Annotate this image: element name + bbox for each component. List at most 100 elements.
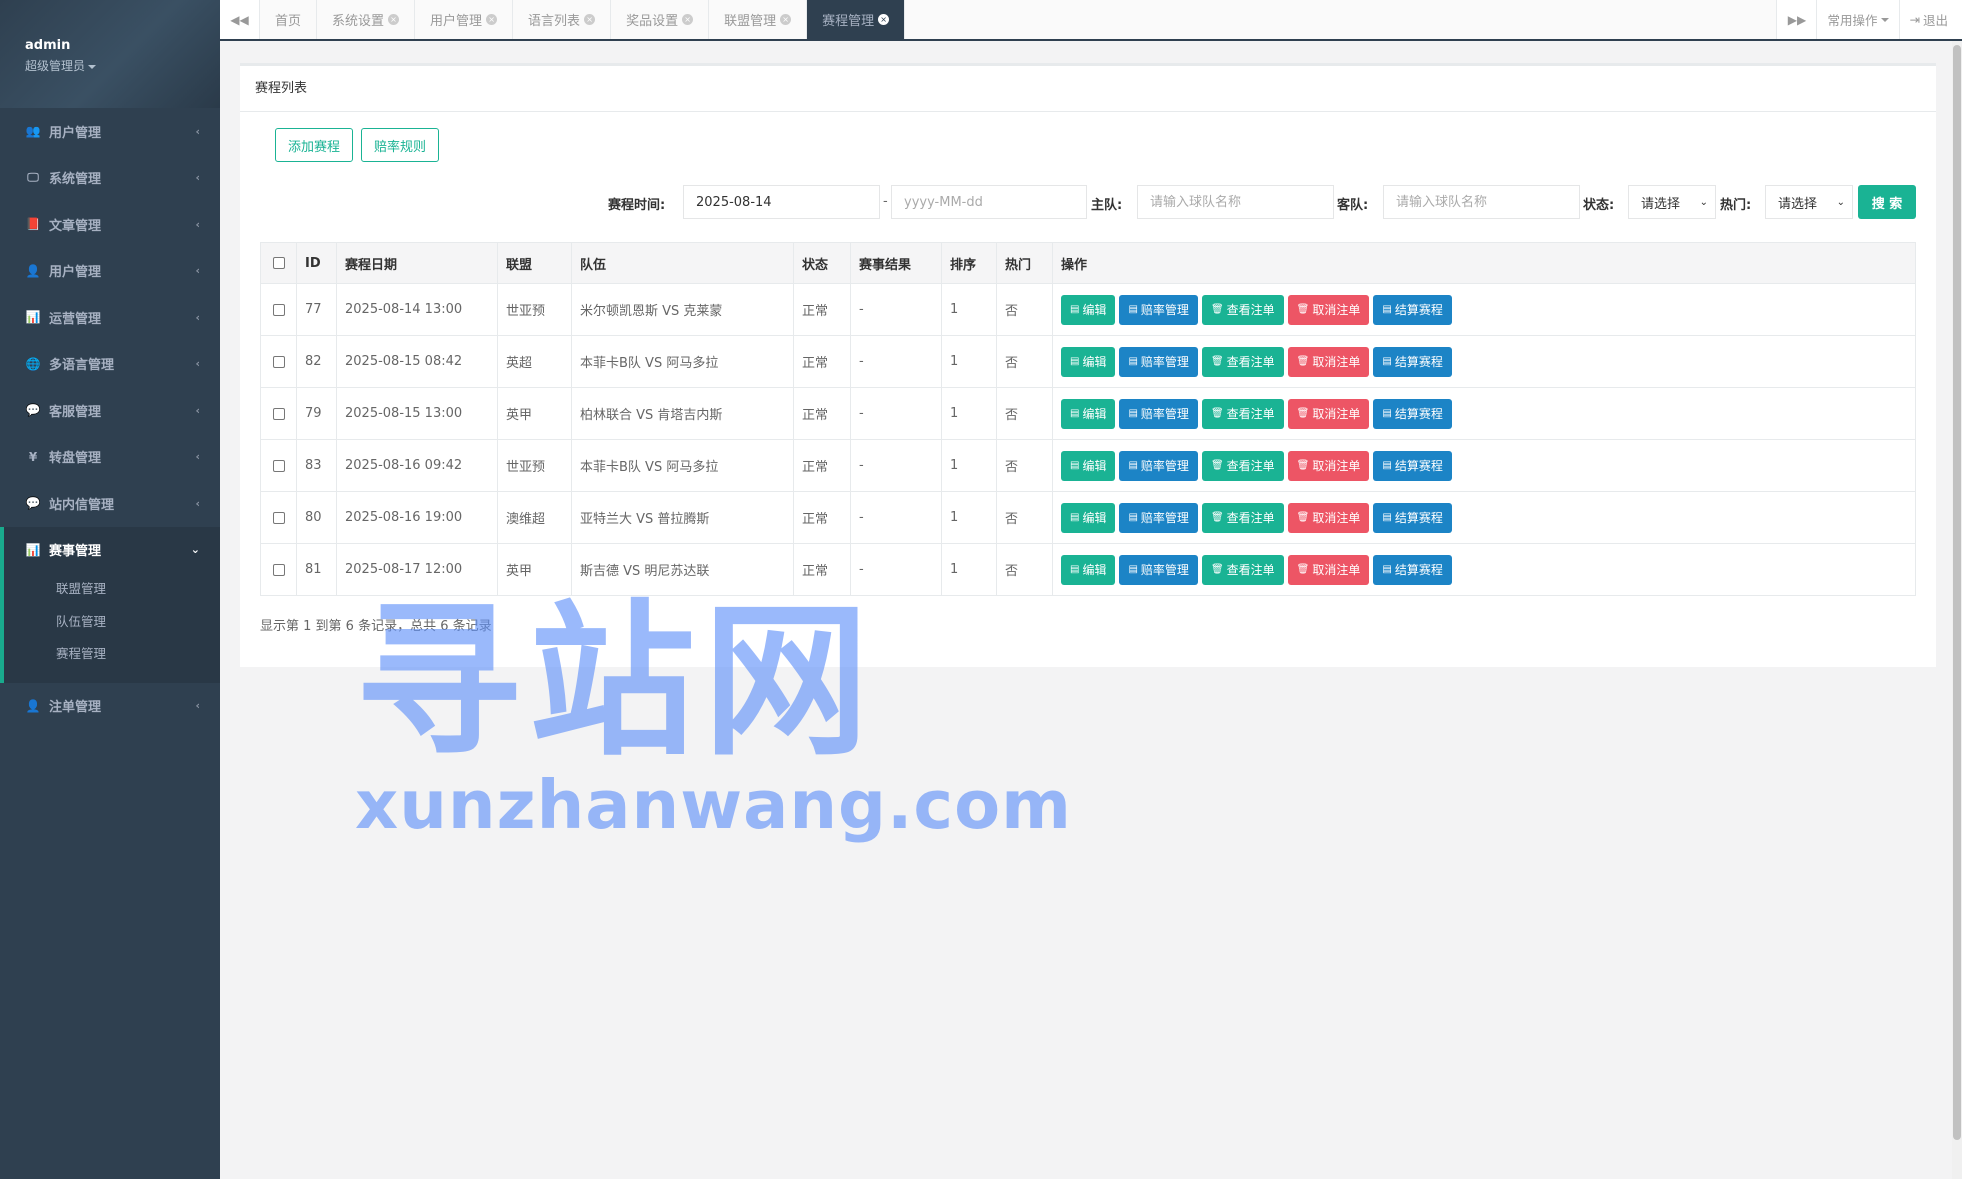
sidebar-subitem[interactable]: 赛程管理: [4, 638, 220, 671]
cell-hot: 否: [996, 283, 1053, 336]
chevron-down-icon: ⌄: [1836, 197, 1845, 208]
page-tab[interactable]: 赛程管理 ×: [807, 0, 906, 39]
common-ops-dropdown[interactable]: 常用操作: [1816, 0, 1899, 39]
row-actions: ▤ 编辑 ▤ 赔率管理 🗑 查看注单 🗑 取消注单 ▤ 结算赛程: [1061, 294, 1907, 325]
tab-label: 首页: [275, 14, 302, 29]
away-team-input[interactable]: [1383, 185, 1580, 219]
tabs-scroll-left-button[interactable]: ◀◀: [220, 0, 260, 39]
tab-bar-right: ▶▶ 常用操作 ⇥ 退出: [1776, 0, 1962, 39]
row-checkbox[interactable]: [272, 355, 285, 368]
date-from-input[interactable]: [683, 185, 880, 219]
row-action-button[interactable]: 🗑 取消注单: [1287, 398, 1370, 429]
cell-teams: 柏林联合 VS 肯塔吉内斯: [571, 387, 794, 440]
home-team-input[interactable]: [1137, 185, 1334, 219]
row-action-button[interactable]: ▤ 赔率管理: [1119, 502, 1198, 533]
close-tab-icon[interactable]: ×: [780, 14, 792, 25]
sidebar-subitem[interactable]: 队伍管理: [4, 606, 220, 639]
sidebar-item[interactable]: 💬 客服管理 ‹: [0, 387, 220, 434]
row-action-button[interactable]: ▤ 结算赛程: [1373, 346, 1452, 377]
sidebar-item[interactable]: 👤 注单管理 ‹: [0, 683, 220, 730]
row-action-button[interactable]: ▤ 赔率管理: [1119, 554, 1198, 585]
row-action-button[interactable]: 🗑 查看注单: [1201, 346, 1284, 377]
row-action-button[interactable]: ▤ 编辑: [1061, 398, 1116, 429]
row-action-button[interactable]: ▤ 结算赛程: [1373, 450, 1452, 481]
sidebar-item[interactable]: 💬 站内信管理 ‹: [0, 480, 220, 527]
row-action-button[interactable]: 🗑 查看注单: [1201, 450, 1284, 481]
close-tab-icon[interactable]: ×: [486, 14, 498, 25]
sidebar-item[interactable]: 🌐 多语言管理 ‹: [0, 341, 220, 388]
row-action-button[interactable]: ▤ 赔率管理: [1119, 346, 1198, 377]
odds-rule-button[interactable]: 赔率规则: [361, 128, 440, 162]
sidebar-item[interactable]: 📊 赛事管理 ⌄: [4, 527, 220, 574]
page-tab[interactable]: 首页: [260, 0, 318, 39]
tabs-scroll-right-button[interactable]: ▶▶: [1776, 0, 1817, 39]
row-action-button[interactable]: 🗑 取消注单: [1287, 502, 1370, 533]
close-tab-icon[interactable]: ×: [584, 14, 596, 25]
row-action-button[interactable]: 🗑 查看注单: [1201, 398, 1284, 429]
row-action-button[interactable]: ▤ 结算赛程: [1373, 398, 1452, 429]
row-action-button[interactable]: ▤ 赔率管理: [1119, 294, 1198, 325]
action-label: 查看注单: [1226, 459, 1275, 473]
row-checkbox[interactable]: [272, 303, 285, 316]
row-checkbox[interactable]: [272, 563, 285, 576]
page-tab[interactable]: 奖品设置 ×: [611, 0, 710, 39]
sidebar-subitem[interactable]: 联盟管理: [4, 573, 220, 606]
page-tab[interactable]: 用户管理 ×: [415, 0, 514, 39]
cell-status: 正常: [793, 283, 851, 336]
action-label: 赔率管理: [1140, 511, 1189, 525]
row-checkbox[interactable]: [272, 511, 285, 524]
row-action-button[interactable]: ▤ 编辑: [1061, 502, 1116, 533]
row-action-button[interactable]: ▤ 编辑: [1061, 554, 1116, 585]
row-action-button[interactable]: 🗑 查看注单: [1201, 294, 1284, 325]
row-checkbox[interactable]: [272, 459, 285, 472]
select-all-checkbox[interactable]: [272, 257, 285, 269]
page-scrollbar[interactable]: [1952, 41, 1962, 1179]
add-schedule-button[interactable]: 添加赛程: [275, 128, 354, 162]
status-select[interactable]: 请选择 ⌄: [1628, 185, 1716, 219]
hot-select[interactable]: 请选择 ⌄: [1765, 185, 1853, 219]
scrollbar-thumb[interactable]: [1953, 45, 1961, 1140]
row-actions: ▤ 编辑 ▤ 赔率管理 🗑 查看注单 🗑 取消注单 ▤ 结算赛程: [1061, 502, 1907, 533]
date-to-input[interactable]: [891, 185, 1087, 219]
action-label: 编辑: [1082, 511, 1107, 525]
user-role-dropdown[interactable]: 超级管理员: [25, 57, 220, 74]
table-body: 77 2025-08-14 13:00 世亚预 米尔顿凯恩斯 VS 克莱蒙 正常 -1 否 ▤…: [260, 283, 1916, 596]
action-icon: ▤: [1128, 460, 1138, 471]
row-action-button[interactable]: ▤ 编辑: [1061, 450, 1116, 481]
row-action-button[interactable]: ▤ 编辑: [1061, 346, 1116, 377]
logout-button[interactable]: ⇥ 退出: [1898, 0, 1962, 39]
row-checkbox[interactable]: [272, 407, 285, 420]
row-action-button[interactable]: ▤ 赔率管理: [1119, 398, 1198, 429]
chevron-left-icon: ‹: [195, 699, 200, 713]
row-action-button[interactable]: 🗑 取消注单: [1287, 554, 1370, 585]
row-action-button[interactable]: 🗑 查看注单: [1201, 502, 1284, 533]
action-label: 查看注单: [1226, 303, 1275, 317]
page-tab[interactable]: 系统设置 ×: [317, 0, 416, 39]
row-action-button[interactable]: 🗑 查看注单: [1201, 554, 1284, 585]
chevron-left-icon: ‹: [195, 124, 200, 138]
row-action-button[interactable]: ▤ 赔率管理: [1119, 450, 1198, 481]
row-action-button[interactable]: ▤ 结算赛程: [1373, 294, 1452, 325]
close-tab-icon[interactable]: ×: [388, 14, 400, 25]
close-tab-icon[interactable]: ×: [682, 14, 694, 25]
search-button[interactable]: 搜 索: [1858, 185, 1916, 219]
page-tab[interactable]: 语言列表 ×: [513, 0, 612, 39]
row-action-button[interactable]: ▤ 编辑: [1061, 294, 1116, 325]
row-action-button[interactable]: ▤ 结算赛程: [1373, 554, 1452, 585]
cell-actions: ▤ 编辑 ▤ 赔率管理 🗑 查看注单 🗑 取消注单 ▤ 结算赛程: [1052, 491, 1916, 544]
row-action-button[interactable]: 🗑 取消注单: [1287, 346, 1370, 377]
row-action-button[interactable]: 🗑 取消注单: [1287, 450, 1370, 481]
page-tab[interactable]: 联盟管理 ×: [709, 0, 808, 39]
sidebar-item[interactable]: 📊 运营管理 ‹: [0, 294, 220, 341]
sidebar-item[interactable]: 👥 用户管理 ‹: [0, 108, 220, 155]
sidebar-item[interactable]: ¥ 转盘管理 ‹: [0, 434, 220, 481]
sidebar-item[interactable]: 📕 文章管理 ‹: [0, 201, 220, 248]
sidebar-item[interactable]: 👤 用户管理 ‹: [0, 248, 220, 295]
cell-teams: 亚特兰大 VS 普拉腾斯: [571, 491, 794, 544]
close-tab-icon[interactable]: ×: [878, 14, 890, 25]
cell-actions: ▤ 编辑 ▤ 赔率管理 🗑 查看注单 🗑 取消注单 ▤ 结算赛程: [1052, 387, 1916, 440]
row-action-button[interactable]: ▤ 结算赛程: [1373, 502, 1452, 533]
cell-sort: 1: [941, 335, 997, 388]
sidebar-item[interactable]: 🖵 系统管理 ‹: [0, 155, 220, 202]
row-action-button[interactable]: 🗑 取消注单: [1287, 294, 1370, 325]
